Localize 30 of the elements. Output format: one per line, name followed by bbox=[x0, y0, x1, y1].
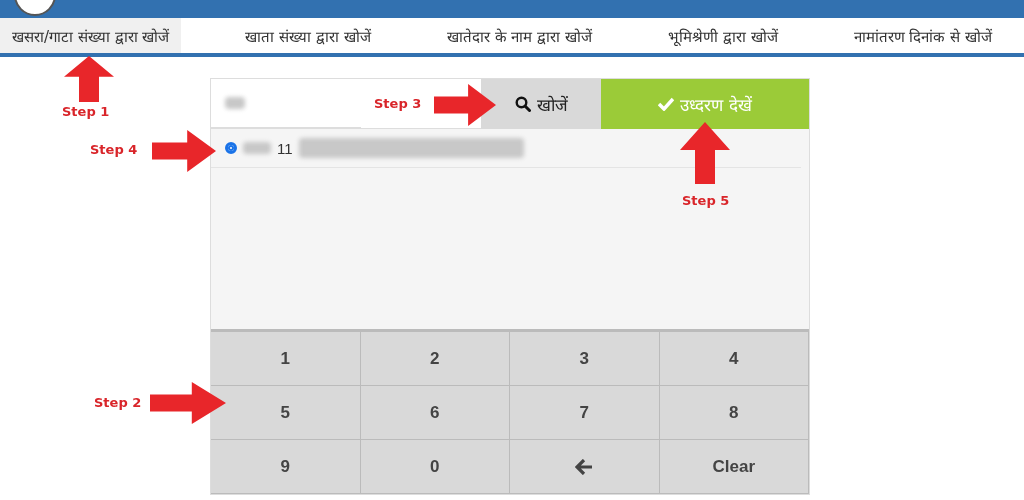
blurred-text bbox=[243, 142, 271, 154]
blurred-value bbox=[225, 97, 245, 109]
arrow bbox=[434, 84, 496, 126]
left-arrow-icon bbox=[575, 458, 594, 475]
arrow bbox=[64, 56, 114, 102]
arrow bbox=[680, 122, 730, 184]
step-label: Step 2 bbox=[94, 395, 142, 410]
keypad-key[interactable]: 3 bbox=[510, 332, 660, 386]
step-label: Step 4 bbox=[90, 142, 138, 157]
keypad-key[interactable]: 4 bbox=[659, 332, 809, 386]
keypad-key[interactable]: 8 bbox=[659, 386, 809, 440]
keypad-key[interactable]: 5 bbox=[211, 386, 361, 440]
keypad-key[interactable]: 2 bbox=[360, 332, 510, 386]
keypad-key[interactable]: 6 bbox=[360, 386, 510, 440]
keypad-key[interactable]: 1 bbox=[211, 332, 361, 386]
keypad-key[interactable]: 0 bbox=[360, 440, 510, 494]
step-label: Step 1 bbox=[62, 104, 110, 119]
backspace-key[interactable] bbox=[510, 440, 660, 494]
radio-button[interactable] bbox=[225, 142, 237, 154]
step-label: Step 5 bbox=[682, 193, 730, 208]
check-icon bbox=[658, 97, 675, 111]
keypad-key[interactable]: 9 bbox=[211, 440, 361, 494]
tab[interactable]: खसरा/गाटा संख्या द्वारा खोजें bbox=[0, 18, 182, 53]
keypad-key[interactable]: 7 bbox=[510, 386, 660, 440]
result-text: 11 bbox=[277, 139, 293, 157]
keypad-key[interactable]: Clear bbox=[659, 440, 809, 494]
arrow bbox=[152, 130, 216, 172]
step-label: Step 3 bbox=[374, 96, 422, 111]
search-icon bbox=[514, 96, 531, 112]
search-button[interactable]: खोजें bbox=[481, 79, 601, 129]
